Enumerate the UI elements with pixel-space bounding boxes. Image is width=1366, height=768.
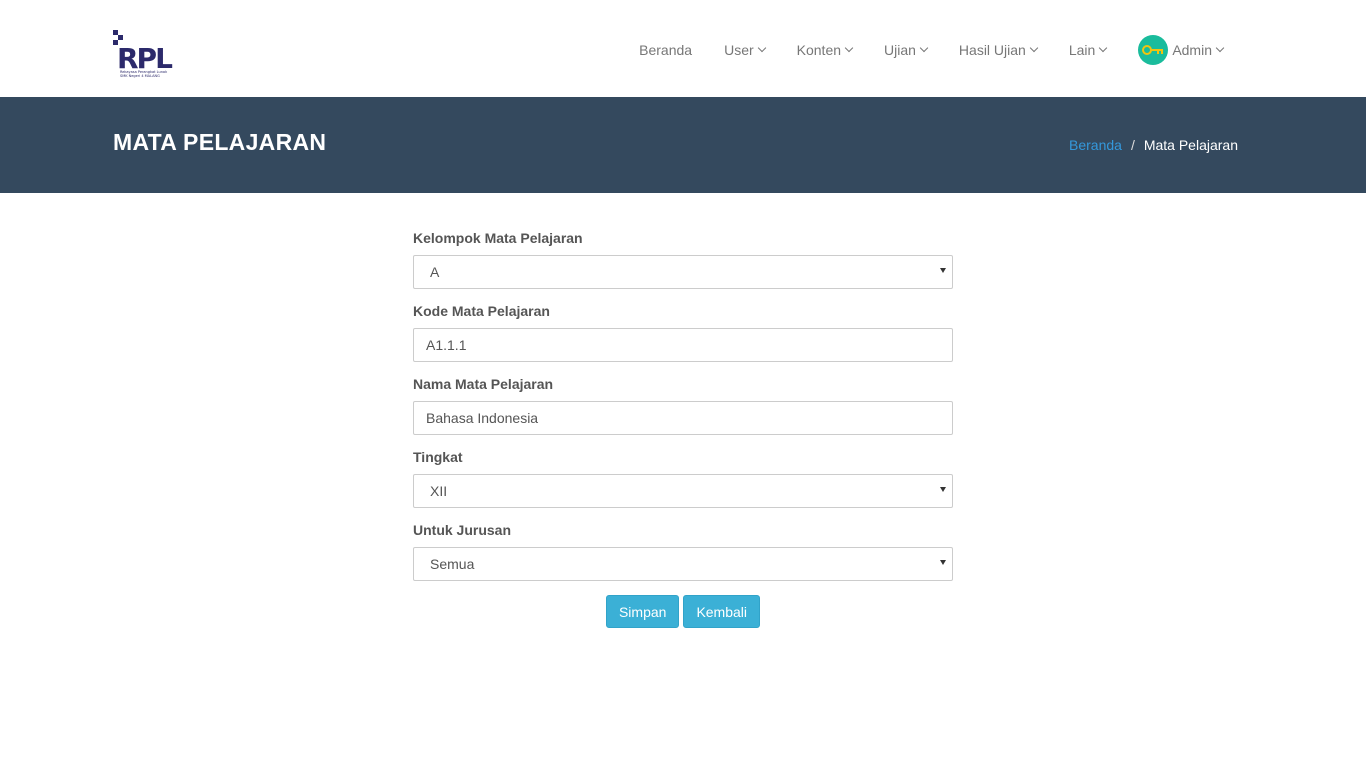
breadcrumb-separator: / [1130, 137, 1135, 153]
kembali-button[interactable]: Kembali [683, 595, 761, 628]
rpl-logo[interactable]: RPL Rekayasa Perangkat Lunak SMK Negeri … [113, 30, 175, 78]
field-jurusan: Untuk Jurusan Semua [413, 522, 953, 581]
nav-admin-label: Admin [1172, 42, 1212, 58]
main-nav: Beranda User Konten Ujian Hasil Ujian La… [639, 35, 1225, 65]
nav-lain[interactable]: Lain [1068, 42, 1108, 58]
kode-value: A1.1.1 [426, 337, 467, 353]
nav-ujian[interactable]: Ujian [884, 42, 929, 58]
jurusan-label: Untuk Jurusan [413, 522, 512, 538]
breadcrumb: Beranda / Mata Pelajaran [1069, 137, 1238, 153]
nama-input[interactable]: Bahasa Indonesia [413, 401, 953, 435]
key-icon [1138, 35, 1169, 65]
mata-pelajaran-form: Kelompok Mata Pelajaran A Kode Mata Pela… [413, 230, 953, 628]
chevron-down-icon [919, 43, 929, 53]
nama-label: Nama Mata Pelajaran [413, 376, 554, 392]
nav-lain-label: Lain [1068, 42, 1096, 58]
top-navbar: RPL Rekayasa Perangkat Lunak SMK Negeri … [0, 0, 1366, 97]
caret-down-icon [940, 268, 946, 273]
nav-hasil-ujian[interactable]: Hasil Ujian [958, 42, 1039, 58]
nav-admin[interactable]: Admin [1138, 35, 1225, 65]
kelompok-select[interactable]: A [413, 255, 953, 289]
chevron-down-icon [757, 43, 766, 53]
tingkat-label: Tingkat [413, 449, 463, 465]
jurusan-select[interactable]: Semua [413, 547, 953, 581]
tingkat-select[interactable]: XII [413, 474, 953, 508]
jurusan-value: Semua [430, 556, 475, 572]
nav-konten-label: Konten [796, 42, 842, 58]
nav-beranda[interactable]: Beranda [639, 42, 692, 58]
kode-label: Kode Mata Pelajaran [413, 303, 550, 319]
nav-user-label: User [724, 42, 754, 58]
form-actions: Simpan Kembali [413, 595, 953, 628]
chevron-down-icon [844, 43, 854, 53]
caret-down-icon [940, 487, 946, 492]
nav-konten[interactable]: Konten [796, 42, 854, 58]
breadcrumb-current: Mata Pelajaran [1143, 137, 1238, 153]
caret-down-icon [940, 560, 946, 565]
tingkat-value: XII [430, 483, 448, 499]
simpan-button[interactable]: Simpan [605, 595, 680, 628]
field-kode: Kode Mata Pelajaran A1.1.1 [413, 303, 953, 362]
svg-text:SMK Negeri 4 MALANG: SMK Negeri 4 MALANG [120, 74, 160, 78]
kelompok-value: A [430, 264, 440, 280]
page-title: MATA PELAJARAN [113, 129, 327, 155]
chevron-down-icon [1099, 43, 1108, 53]
nav-user[interactable]: User [724, 42, 766, 58]
kode-input[interactable]: A1.1.1 [413, 328, 953, 362]
nama-value: Bahasa Indonesia [426, 410, 539, 426]
breadcrumb-home-link[interactable]: Beranda [1069, 137, 1122, 153]
field-kelompok: Kelompok Mata Pelajaran A [413, 230, 953, 289]
page-header-banner: MATA PELAJARAN Beranda / Mata Pelajaran [0, 97, 1366, 193]
kelompok-label: Kelompok Mata Pelajaran [413, 230, 583, 246]
chevron-down-icon [1029, 43, 1039, 53]
field-nama: Nama Mata Pelajaran Bahasa Indonesia [413, 376, 953, 435]
nav-ujian-label: Ujian [884, 42, 916, 58]
nav-hasil-ujian-label: Hasil Ujian [958, 42, 1026, 58]
field-tingkat: Tingkat XII [413, 449, 953, 508]
nav-beranda-label: Beranda [639, 42, 693, 58]
chevron-down-icon [1215, 43, 1225, 53]
